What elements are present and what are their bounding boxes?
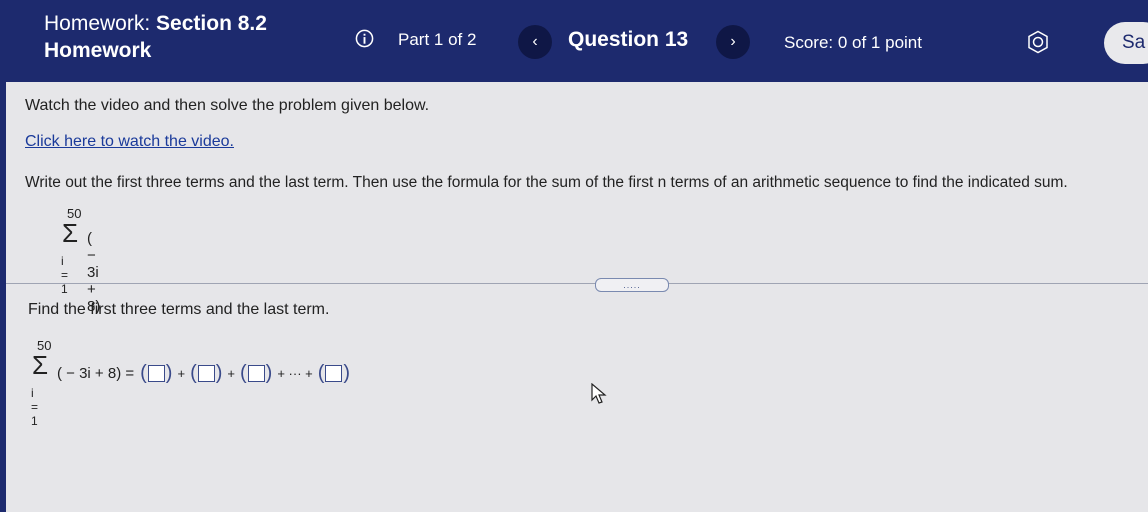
problem-statement: Write out the first three terms and the … <box>25 174 1068 191</box>
homework-title-prefix: Homework: <box>44 12 151 35</box>
second-term-input[interactable] <box>197 365 215 382</box>
subtask-text: Find the first three terms and the last … <box>28 301 330 318</box>
previous-question-button[interactable]: ‹ <box>518 25 552 59</box>
expand-toggle-button[interactable]: ..... <box>595 278 669 292</box>
score-display: Score: 0 of 1 point <box>784 33 922 52</box>
info-icon[interactable] <box>355 29 374 48</box>
video-link[interactable]: Click here to watch the video. <box>25 133 234 151</box>
answer-sum-lower-limit: i = 1 <box>31 386 39 428</box>
third-term-input[interactable] <box>247 365 265 382</box>
ellipsis-plus: + ··· + <box>277 366 313 381</box>
gear-icon[interactable] <box>1026 30 1050 54</box>
answer-row: ( − 3i + 8) = () + () + () + ··· + () <box>57 362 351 384</box>
last-term-input[interactable] <box>325 365 343 382</box>
answer-expression: ( − 3i + 8) = <box>57 365 135 382</box>
chevron-left-icon: ‹ <box>532 33 538 50</box>
homework-title-line2: Homework <box>44 39 152 62</box>
answer-sigma-symbol: Σ <box>32 350 49 380</box>
chevron-right-icon: › <box>730 33 736 50</box>
mouse-pointer-icon <box>591 383 607 404</box>
instruction-text: Watch the video and then solve the probl… <box>25 97 430 114</box>
part-indicator: Part 1 of 2 <box>398 30 477 49</box>
sum-lower-limit: i = 1 <box>61 254 69 296</box>
section-divider <box>6 283 1148 284</box>
first-term-input[interactable] <box>147 365 165 382</box>
homework-section: Section 8.2 <box>156 12 267 35</box>
next-question-button[interactable]: › <box>716 25 750 59</box>
question-number: Question 13 <box>568 28 689 51</box>
homework-title: Homework: Section 8.2 Homework <box>44 10 267 64</box>
sigma-symbol: Σ <box>62 218 79 248</box>
save-button[interactable]: Sa <box>1104 22 1148 64</box>
assignment-header: Homework: Section 8.2 Homework Part 1 of… <box>0 0 1148 82</box>
